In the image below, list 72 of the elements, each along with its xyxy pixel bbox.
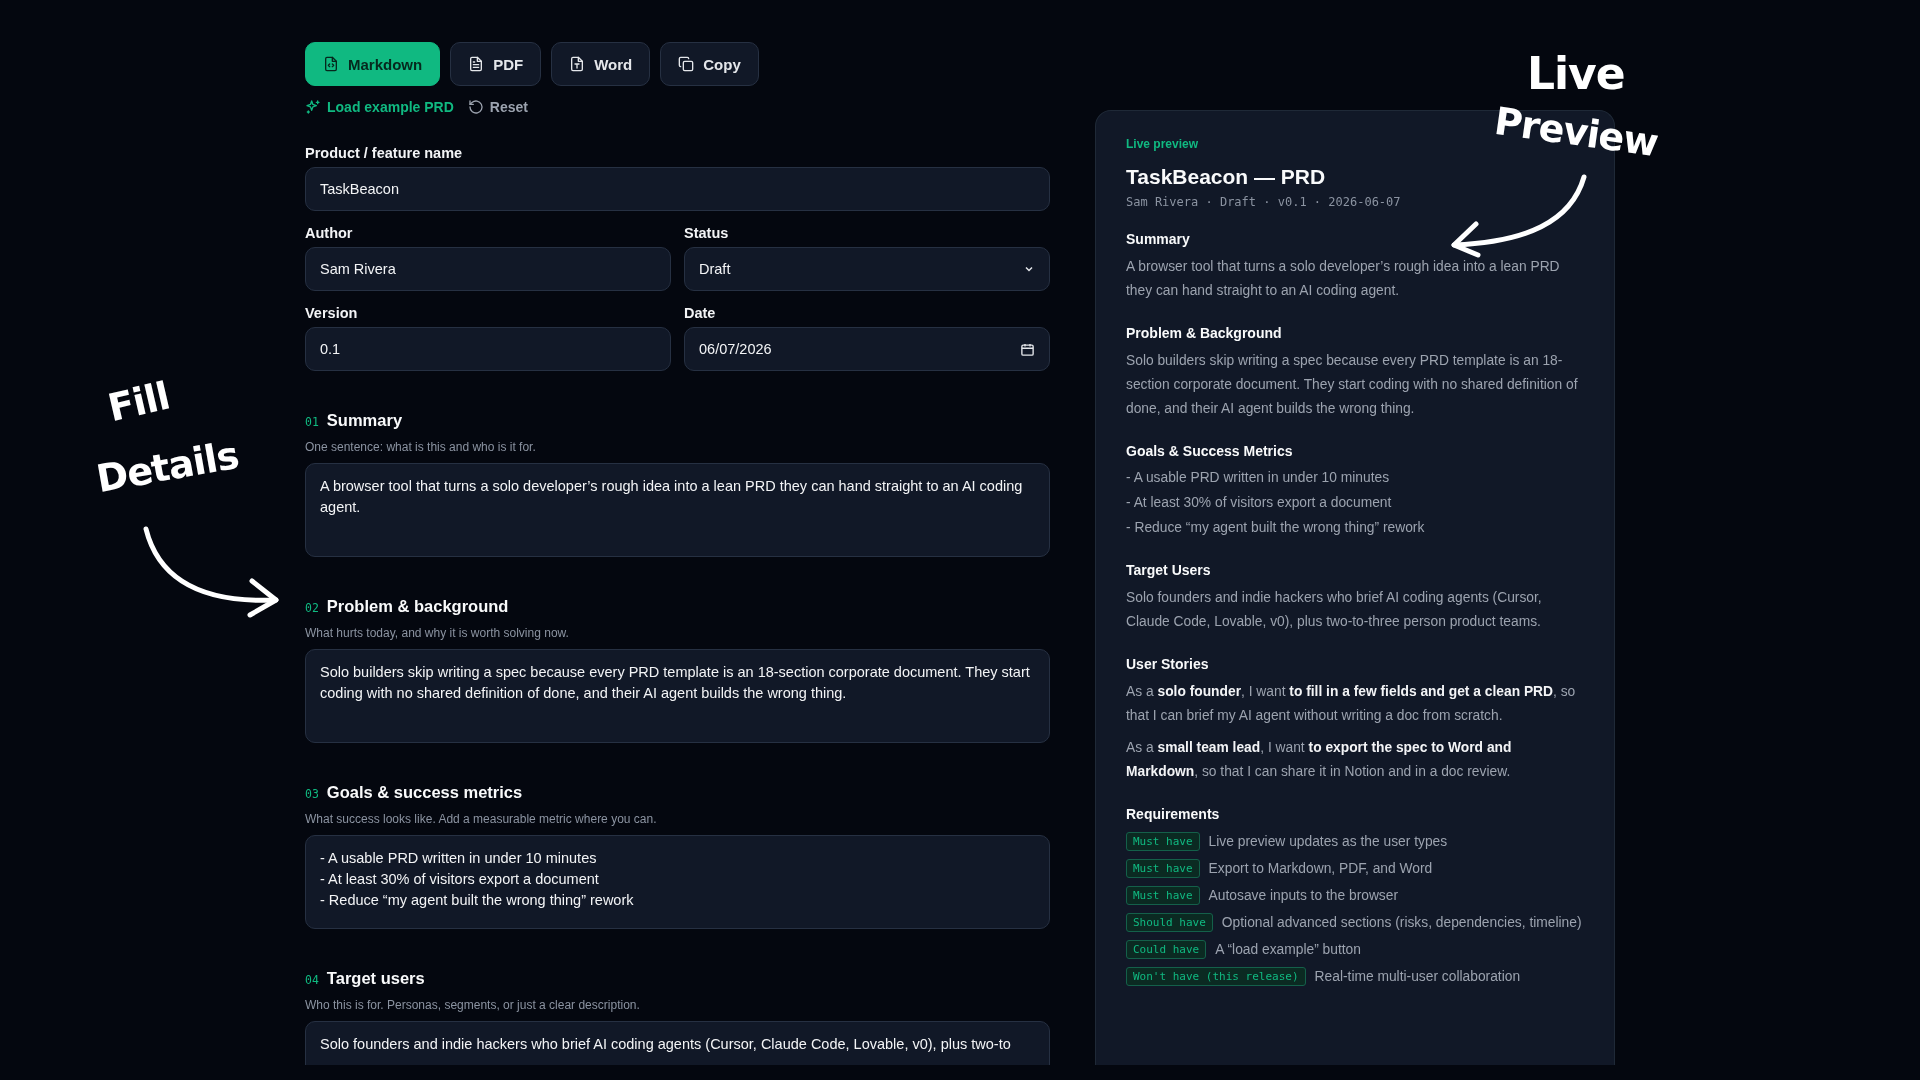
preview-heading: Summary <box>1126 231 1191 247</box>
date-field[interactable]: 06/07/2026 <box>684 327 1050 371</box>
field-label: Status <box>684 225 730 241</box>
section-number: 04 <box>305 973 319 987</box>
handwritten-note: Details <box>93 432 242 502</box>
preview-heading: Problem & Background <box>1126 325 1283 341</box>
sparkle-icon <box>305 99 321 115</box>
requirement-text: Autosave inputs to the browser <box>1208 887 1399 905</box>
export-button[interactable]: Copy <box>660 42 759 86</box>
goal-item: - Reduce “my agent built the wrong thing” rework <box>1126 519 1426 537</box>
input-field[interactable]: 0.1 <box>305 327 671 371</box>
preview-heading: Requirements <box>1126 806 1221 822</box>
handwritten-note: Live <box>1527 48 1625 99</box>
section-title: Summary <box>326 411 403 430</box>
handwritten-note: Preview <box>1491 98 1661 166</box>
preview-title: TaskBeacon — PRD <box>1126 165 1327 189</box>
input-field[interactable]: Sam Rivera <box>305 247 671 291</box>
preview-paragraph: Solo builders skip writing a spec because every PRD template is an 18-section corporate document. They start coding with no shared definition of done, and their AI agent builds the wrong thing. <box>1126 352 1579 418</box>
requirement-text: Real-time multi-user collaboration <box>1314 968 1521 986</box>
input-field[interactable]: TaskBeacon <box>305 167 1050 211</box>
file-text-icon <box>468 56 485 72</box>
section-number: 02 <box>305 601 319 615</box>
preview-meta: Sam Rivera · Draft · v0.1 · 2026-06-07 <box>1126 195 1402 209</box>
section-number: 01 <box>305 415 319 429</box>
user-story: As a solo founder, I want to fill in a few fields and get a clean PRD, so that I can brief my AI agent without writing a doc from scratch. <box>1126 683 1577 725</box>
load-example-link[interactable]: Load example PRD <box>305 99 454 115</box>
preview-heading: User Stories <box>1126 656 1210 672</box>
export-button[interactable]: Word <box>551 42 651 86</box>
handwritten-note: Fill <box>103 373 174 431</box>
requirement-text: Export to Markdown, PDF, and Word <box>1208 860 1433 878</box>
priority-tag: Should have <box>1126 913 1213 932</box>
goal-item: - A usable PRD written in under 10 minutes <box>1126 469 1391 487</box>
requirement-text: A “load example” button <box>1215 941 1361 959</box>
user-story: As a small team lead, I want to export the spec to Word and Markdown, so that I can share it in Notion and in a doc review. <box>1126 739 1513 781</box>
text-area[interactable]: A browser tool that turns a solo developer’s rough idea into a lean PRD they can hand straight to an AI coding agent. <box>305 463 1050 557</box>
section-hint: What success looks like. Add a measurable metric where you can. <box>305 812 658 826</box>
field-label: Date <box>684 305 717 321</box>
export-button[interactable]: PDF <box>450 42 542 86</box>
text-area[interactable]: Solo builders skip writing a spec because every PRD template is an 18-section corporate document. They start coding with no shared definition of done, and their AI agent builds the wrong thing. <box>305 649 1050 743</box>
reset-icon <box>467 99 484 115</box>
field-label: Version <box>305 305 359 321</box>
preview-paragraph: Solo founders and indie hackers who brief AI coding agents (Cursor, Claude Code, Lovable, v0), plus two-to-three person product teams. <box>1126 589 1543 631</box>
field-label: Product / feature name <box>305 145 464 161</box>
priority-tag: Must have <box>1126 886 1200 905</box>
preview-paragraph: A browser tool that turns a solo developer’s rough idea into a lean PRD they can hand straight to an AI coding agent. <box>1126 258 1561 300</box>
export-button[interactable]: Markdown <box>305 42 441 86</box>
priority-tag: Must have <box>1126 859 1200 878</box>
copy-icon <box>678 56 695 72</box>
priority-tag: Won't have (this release) <box>1126 967 1306 986</box>
priority-tag: Must have <box>1126 832 1200 851</box>
calendar-icon[interactable] <box>1020 341 1035 357</box>
requirement-text: Optional advanced sections (risks, dependencies, timeline) <box>1221 914 1582 932</box>
section-hint: Who this is for. Personas, segments, or just a clear description. <box>305 998 641 1012</box>
file-type-icon <box>569 56 586 72</box>
section-number: 03 <box>305 787 319 801</box>
goal-item: - At least 30% of visitors export a document <box>1126 494 1393 512</box>
text-area[interactable]: Solo founders and indie hackers who brief AI coding agents (Cursor, Claude Code, Lovable, v0), plus two-to <box>305 1021 1050 1065</box>
requirement-text: Live preview updates as the user types <box>1208 833 1448 851</box>
section-title: Target users <box>326 969 425 988</box>
section-hint: What hurts today, and why it is worth solving now. <box>305 626 570 640</box>
section-hint: One sentence: what is this and who is it for. <box>305 440 537 454</box>
file-code-icon <box>323 56 339 72</box>
section-title: Goals & success metrics <box>326 783 523 802</box>
priority-tag: Could have <box>1126 940 1207 959</box>
status-dropdown[interactable]: Draft <box>684 247 1050 291</box>
reset-link[interactable]: Reset <box>467 99 528 115</box>
field-label: Author <box>305 225 354 241</box>
section-title: Problem & background <box>326 597 509 616</box>
preview-heading: Goals & Success Metrics <box>1126 443 1294 459</box>
text-area[interactable]: - A usable PRD written in under 10 minutes - At least 30% of visitors export a document - Reduce “my agent built the wrong thing” rework <box>305 835 1050 929</box>
preview-heading: Target Users <box>1126 562 1212 578</box>
preview-label: Live preview <box>1126 137 1200 151</box>
